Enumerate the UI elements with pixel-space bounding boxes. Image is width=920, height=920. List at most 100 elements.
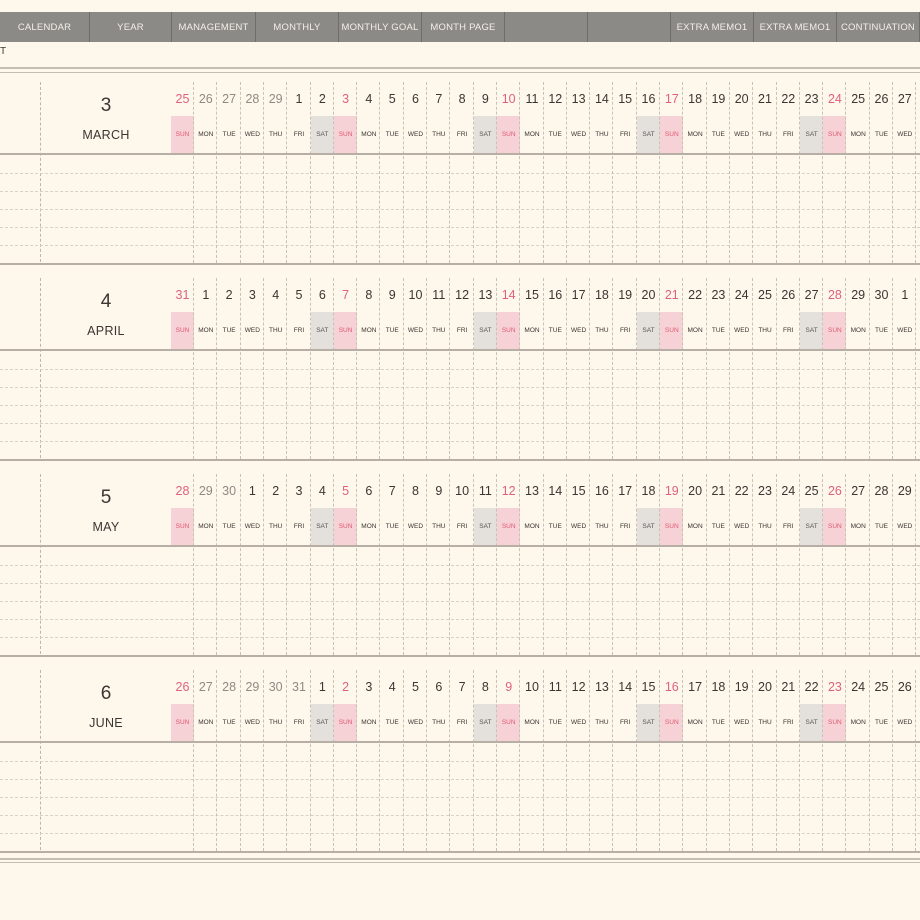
day-column[interactable]: 14 SUN xyxy=(497,274,521,462)
day-column[interactable]: 6 MON xyxy=(357,470,381,658)
nav-tab-management[interactable]: MANAGEMENT xyxy=(172,12,256,42)
day-column[interactable]: 29 MON xyxy=(194,470,218,658)
day-column[interactable]: 15 SAT xyxy=(637,666,660,854)
day-column[interactable]: 1 WED xyxy=(241,470,264,658)
day-column[interactable]: 1 MON xyxy=(194,274,218,462)
day-column[interactable]: 8 WED xyxy=(404,470,427,658)
nav-tab-extra-memo1[interactable]: EXTRA MEMO1 xyxy=(671,12,754,42)
day-column[interactable]: 3 FRI xyxy=(288,470,311,658)
day-column[interactable]: 27 WED xyxy=(893,78,917,266)
day-column[interactable]: 9 SAT xyxy=(473,78,497,266)
day-column[interactable]: 5 SUN xyxy=(334,470,358,658)
day-column[interactable]: 23 SAT xyxy=(800,78,824,266)
day-column[interactable]: 22 FRI xyxy=(777,78,800,266)
day-column[interactable]: 12 TUE xyxy=(544,78,567,266)
day-column[interactable]: 16 SAT xyxy=(637,78,660,266)
day-column[interactable]: 8 FRI xyxy=(451,78,474,266)
day-column[interactable]: 24 FRI xyxy=(777,470,800,658)
day-column[interactable]: 31 FRI xyxy=(288,666,311,854)
day-column[interactable]: 5 WED xyxy=(404,666,427,854)
day-column[interactable]: 13 MON xyxy=(521,470,544,658)
day-column[interactable]: 11 SAT xyxy=(473,470,497,658)
day-column[interactable]: 9 THU xyxy=(427,470,451,658)
day-column[interactable]: 16 SUN xyxy=(660,666,684,854)
day-column[interactable]: 26 SUN xyxy=(823,470,847,658)
day-column[interactable]: 4 SAT xyxy=(310,470,334,658)
day-column[interactable]: 21 TUE xyxy=(707,470,730,658)
day-column[interactable]: 28 TUE xyxy=(218,666,241,854)
day-column[interactable]: 22 SAT xyxy=(800,666,824,854)
day-column[interactable]: 29 THU xyxy=(264,78,288,266)
day-column[interactable]: 15 MON xyxy=(521,274,544,462)
day-column[interactable]: 20 SAT xyxy=(637,274,660,462)
day-column[interactable]: 28 SUN xyxy=(823,274,847,462)
day-column[interactable]: 21 SUN xyxy=(660,274,684,462)
day-column[interactable]: 4 MON xyxy=(357,78,381,266)
day-column[interactable]: 13 WED xyxy=(567,78,591,266)
day-column[interactable]: 6 WED xyxy=(404,78,427,266)
day-column[interactable]: 7 SUN xyxy=(334,274,358,462)
day-column[interactable]: 14 TUE xyxy=(544,470,567,658)
day-column[interactable]: 19 WED xyxy=(730,666,754,854)
day-column[interactable]: 7 THU xyxy=(427,78,451,266)
day-column[interactable]: 2 THU xyxy=(264,470,288,658)
day-column[interactable]: 5 FRI xyxy=(288,274,311,462)
day-column[interactable]: 30 THU xyxy=(264,666,288,854)
day-column[interactable]: 23 SUN xyxy=(823,666,847,854)
day-column[interactable]: 28 SUN xyxy=(171,470,194,658)
day-column[interactable]: 27 MON xyxy=(847,470,870,658)
day-column[interactable]: 18 MON xyxy=(684,78,707,266)
day-column[interactable]: 30 TUE xyxy=(218,470,241,658)
day-column[interactable]: 25 THU xyxy=(754,274,777,462)
day-column[interactable]: 17 WED xyxy=(567,274,591,462)
day-column[interactable]: 16 THU xyxy=(590,470,614,658)
nav-tab-blank-6[interactable] xyxy=(505,12,588,42)
day-column[interactable]: 22 WED xyxy=(730,470,754,658)
nav-tab-blank-7[interactable] xyxy=(588,12,671,42)
day-column[interactable]: 26 MON xyxy=(194,78,218,266)
day-column[interactable]: 29 WED xyxy=(893,470,917,658)
day-column[interactable]: 12 FRI xyxy=(451,274,474,462)
day-column[interactable]: 17 SUN xyxy=(660,78,684,266)
day-column[interactable]: 18 TUE xyxy=(707,666,730,854)
day-column[interactable]: 14 FRI xyxy=(614,666,637,854)
day-column[interactable]: 27 MON xyxy=(194,666,218,854)
day-column[interactable]: 27 SAT xyxy=(800,274,824,462)
day-column[interactable]: 2 SUN xyxy=(334,666,358,854)
day-column[interactable]: 8 MON xyxy=(357,274,381,462)
day-column[interactable]: 17 MON xyxy=(684,666,707,854)
day-column[interactable]: 22 MON xyxy=(684,274,707,462)
day-column[interactable]: 7 FRI xyxy=(451,666,474,854)
nav-tab-monthly-goal[interactable]: MONTHLY GOAL xyxy=(339,12,422,42)
day-column[interactable]: 26 WED xyxy=(893,666,917,854)
day-column[interactable]: 1 FRI xyxy=(288,78,311,266)
nav-tab-year[interactable]: YEAR xyxy=(90,12,172,42)
day-column[interactable]: 9 TUE xyxy=(381,274,404,462)
day-column[interactable]: 7 TUE xyxy=(381,470,404,658)
day-column[interactable]: 10 FRI xyxy=(451,470,474,658)
day-column[interactable]: 3 WED xyxy=(241,274,264,462)
day-column[interactable]: 25 SAT xyxy=(800,470,824,658)
day-column[interactable]: 24 SUN xyxy=(823,78,847,266)
day-column[interactable]: 4 THU xyxy=(264,274,288,462)
day-column[interactable]: 26 SUN xyxy=(171,666,194,854)
day-column[interactable]: 17 FRI xyxy=(614,470,637,658)
day-column[interactable]: 29 WED xyxy=(241,666,264,854)
day-column[interactable]: 11 THU xyxy=(427,274,451,462)
day-column[interactable]: 26 FRI xyxy=(777,274,800,462)
day-column[interactable]: 29 MON xyxy=(847,274,870,462)
day-column[interactable]: 15 FRI xyxy=(614,78,637,266)
day-column[interactable]: 8 SAT xyxy=(473,666,497,854)
day-column[interactable]: 2 TUE xyxy=(218,274,241,462)
day-column[interactable]: 13 SAT xyxy=(473,274,497,462)
nav-tab-monthly[interactable]: MONTHLY xyxy=(256,12,339,42)
day-column[interactable]: 15 WED xyxy=(567,470,591,658)
day-column[interactable]: 4 TUE xyxy=(381,666,404,854)
day-column[interactable]: 13 THU xyxy=(590,666,614,854)
day-column[interactable]: 19 TUE xyxy=(707,78,730,266)
day-column[interactable]: 3 MON xyxy=(357,666,381,854)
day-column[interactable]: 12 WED xyxy=(567,666,591,854)
day-column[interactable]: 18 SAT xyxy=(637,470,660,658)
day-column[interactable]: 9 SUN xyxy=(497,666,521,854)
day-column[interactable]: 30 TUE xyxy=(870,274,893,462)
